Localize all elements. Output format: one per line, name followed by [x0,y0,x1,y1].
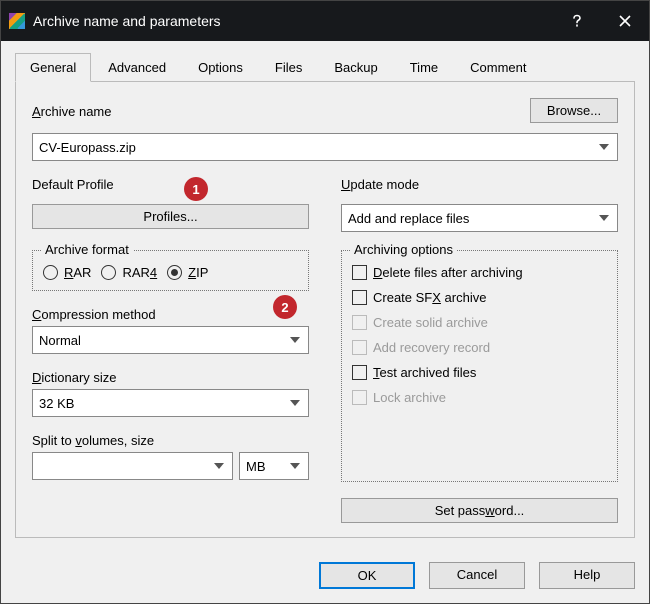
help-button-footer[interactable]: Help [539,562,635,589]
compression-method-select[interactable]: Normal [32,326,309,354]
archive-name-input[interactable]: CV-Europass.zip [32,133,618,161]
check-lock-label: Lock archive [373,390,446,405]
close-button[interactable] [601,1,649,41]
dialog-footer: OK Cancel Help [1,552,649,603]
radio-zip-label: ZIP [188,265,208,280]
checkbox-icon [352,315,367,330]
archive-name-value: CV-Europass.zip [39,140,136,155]
window-title: Archive name and parameters [33,13,553,29]
winrar-icon [9,13,25,29]
check-solid-label: Create solid archive [373,315,488,330]
check-lock-archive: Lock archive [352,390,607,405]
radio-dot-icon [43,265,58,280]
checkbox-icon [352,365,367,380]
tab-options[interactable]: Options [183,53,258,81]
update-mode-select[interactable]: Add and replace files [341,204,618,232]
update-mode-value: Add and replace files [348,211,469,226]
check-create-sfx-label: Create SFX archive [373,290,486,305]
checkbox-icon [352,290,367,305]
check-create-sfx[interactable]: Create SFX archive [352,290,607,305]
tab-files[interactable]: Files [260,53,317,81]
annotation-1: 1 [184,177,208,201]
radio-rar[interactable]: RAR [43,265,91,280]
titlebar: Archive name and parameters [1,1,649,41]
ok-button[interactable]: OK [319,562,415,589]
archive-format-legend: Archive format [41,242,133,257]
tab-time[interactable]: Time [395,53,453,81]
tab-panel-general: Archive name Browse... CV-Europass.zip D… [15,82,635,538]
default-profile-label: Default Profile [32,177,309,192]
split-unit-select[interactable]: MB [239,452,309,480]
tab-advanced[interactable]: Advanced [93,53,181,81]
dictionary-size-label: Dictionary size [32,370,309,385]
tab-backup[interactable]: Backup [319,53,392,81]
profiles-button[interactable]: Profiles... [32,204,309,229]
browse-button[interactable]: Browse... [530,98,618,123]
check-test-archived[interactable]: Test archived files [352,365,607,380]
checkbox-icon [352,390,367,405]
tab-strip: General Advanced Options Files Backup Ti… [15,53,635,82]
check-delete-after[interactable]: Delete files after archiving [352,265,607,280]
archiving-options-group: Archiving options Delete files after arc… [341,250,618,482]
annotation-2: 2 [273,295,297,319]
split-volumes-label: Split to volumes, size [32,433,309,448]
compression-method-value: Normal [39,333,81,348]
update-mode-label: Update mode [341,177,618,192]
tab-general[interactable]: General [15,53,91,82]
archive-dialog: Archive name and parameters 1 2 General … [0,0,650,604]
set-password-button[interactable]: Set password... [341,498,618,523]
radio-rar-label: RAR [64,265,91,280]
check-delete-after-label: Delete files after archiving [373,265,523,280]
help-button[interactable] [553,1,601,41]
radio-dot-icon [167,265,182,280]
split-size-input[interactable] [32,452,233,480]
checkbox-icon [352,265,367,280]
check-solid-archive: Create solid archive [352,315,607,330]
tab-comment[interactable]: Comment [455,53,541,81]
radio-rar4[interactable]: RAR4 [101,265,157,280]
archiving-options-legend: Archiving options [350,242,457,257]
checkbox-icon [352,340,367,355]
split-unit-value: MB [246,459,266,474]
radio-zip[interactable]: ZIP [167,265,208,280]
archive-format-group: Archive format RAR RAR4 [32,250,309,291]
check-test-label: Test archived files [373,365,476,380]
dialog-body: 1 2 General Advanced Options Files Backu… [1,41,649,552]
set-password-label: Set password... [435,503,525,518]
archive-name-label: Archive name [32,104,520,119]
compression-method-label: Compression method [32,307,309,322]
radio-dot-icon [101,265,116,280]
dictionary-size-value: 32 KB [39,396,74,411]
radio-rar4-label: RAR4 [122,265,157,280]
check-recovery-label: Add recovery record [373,340,490,355]
check-recovery-record: Add recovery record [352,340,607,355]
cancel-button[interactable]: Cancel [429,562,525,589]
dictionary-size-select[interactable]: 32 KB [32,389,309,417]
